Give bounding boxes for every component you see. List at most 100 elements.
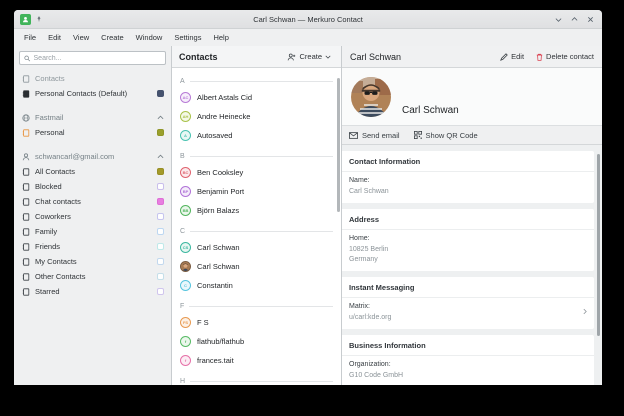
contact-list-item[interactable]: AC Albert Astals Cid — [172, 88, 341, 107]
menu-window[interactable]: Window — [130, 31, 169, 44]
avatar: C — [180, 280, 191, 291]
menu-help[interactable]: Help — [207, 31, 234, 44]
contact-list-item[interactable]: FS F S — [172, 313, 341, 332]
avatar: CS — [180, 242, 191, 253]
sidebar: Contacts Personal Contacts (Default) Fas… — [14, 46, 172, 385]
list-scrollbar[interactable] — [337, 78, 340, 212]
field-label: Home: — [349, 235, 587, 242]
send-email-label: Send email — [362, 131, 400, 140]
contact-list: A AC Albert Astals Cid AH Andre Heinecke… — [172, 68, 341, 385]
address-book-icon — [22, 90, 30, 98]
sidebar-item-label: Blocked — [35, 182, 152, 191]
address-book-icon — [22, 258, 30, 266]
chevron-up-icon[interactable] — [157, 115, 164, 120]
sidebar-item-my-contacts[interactable]: My Contacts — [14, 254, 171, 269]
contact-list-item[interactable]: BC Ben Cooksley — [172, 163, 341, 182]
menu-file[interactable]: File — [18, 31, 42, 44]
sidebar-item-friends[interactable]: Friends — [14, 239, 171, 254]
collection-checkbox[interactable] — [157, 273, 164, 280]
contacts-list-panel: Contacts Create A — [172, 46, 342, 385]
contact-list-item[interactable]: AH Andre Heinecke — [172, 107, 341, 126]
collection-checkbox[interactable] — [157, 288, 164, 295]
sidebar-item-coworkers[interactable]: Coworkers — [14, 209, 171, 224]
close-icon[interactable] — [587, 16, 594, 23]
contact-name: Carl Schwan — [197, 243, 240, 252]
contact-list-item[interactable]: f frances.tait — [172, 351, 341, 370]
collection-checkbox[interactable] — [157, 258, 164, 265]
detail-body: Contact Information Name: Carl Schwan Ad… — [342, 145, 602, 385]
sidebar-item-personal[interactable]: Personal — [14, 125, 171, 140]
send-email-button[interactable]: Send email — [349, 131, 400, 140]
sidebar-item-label: Contacts — [35, 74, 164, 83]
chevron-up-icon[interactable] — [157, 154, 164, 159]
delete-label: Delete contact — [546, 52, 594, 61]
card-address: Address Home: 10825 Berlin Germany — [342, 209, 594, 271]
sidebar-item-starred[interactable]: Starred — [14, 284, 171, 299]
show-qr-button[interactable]: Show QR Code — [414, 131, 478, 140]
delete-contact-button[interactable]: Delete contact — [536, 52, 594, 61]
collection-checkbox[interactable] — [157, 183, 164, 190]
sidebar-group-gmail[interactable]: schwancarl@gmail.com — [14, 149, 171, 164]
contact-name: Björn Balazs — [197, 206, 239, 215]
contact-list-item[interactable]: f flathub/flathub — [172, 332, 341, 351]
field-home-address: Home: 10825 Berlin Germany — [342, 230, 594, 265]
sidebar-item-label: Personal Contacts (Default) — [35, 89, 152, 98]
address-book-icon — [22, 183, 30, 191]
edit-button[interactable]: Edit — [500, 52, 524, 61]
section-letter: A — [180, 78, 185, 85]
address-book-icon — [22, 213, 30, 221]
search-box[interactable] — [19, 51, 166, 65]
contact-photo — [351, 77, 391, 117]
sidebar-contacts-header[interactable]: Contacts — [14, 71, 171, 86]
contact-name: Albert Astals Cid — [197, 93, 252, 102]
card-business-information: Business Information Organization: G10 C… — [342, 335, 594, 385]
sidebar-item-family[interactable]: Family — [14, 224, 171, 239]
address-book-icon — [22, 228, 30, 236]
sidebar-item-all-contacts[interactable]: All Contacts — [14, 164, 171, 179]
menu-settings[interactable]: Settings — [168, 31, 207, 44]
sidebar-group-fastmail[interactable]: Fastmail — [14, 110, 171, 125]
collection-checkbox[interactable] — [157, 90, 164, 97]
sidebar-item-personal-contacts-default[interactable]: Personal Contacts (Default) — [14, 86, 171, 101]
contact-name: Benjamin Port — [197, 187, 244, 196]
avatar: A — [180, 130, 191, 141]
contact-detail-panel: Carl Schwan Edit Delete contact — [342, 46, 602, 385]
detail-title: Carl Schwan — [350, 52, 488, 62]
contact-list-item[interactable]: Carl Schwan — [172, 257, 341, 276]
detail-scrollbar[interactable] — [597, 154, 600, 336]
chevron-right-icon — [583, 308, 587, 315]
sidebar-item-label: Personal — [35, 128, 152, 137]
collection-checkbox[interactable] — [157, 213, 164, 220]
contact-list-item[interactable]: BB Björn Balazs — [172, 201, 341, 220]
sidebar-item-chat-contacts[interactable]: Chat contacts — [14, 194, 171, 209]
collection-checkbox[interactable] — [157, 228, 164, 235]
pin-icon[interactable] — [36, 16, 42, 23]
create-button[interactable]: Create — [284, 50, 334, 63]
menu-edit[interactable]: Edit — [42, 31, 67, 44]
address-book-icon — [22, 243, 30, 251]
collection-checkbox[interactable] — [157, 243, 164, 250]
maximize-icon[interactable] — [571, 16, 578, 23]
contact-list-item[interactable]: BP Benjamin Port — [172, 182, 341, 201]
search-input[interactable] — [34, 55, 161, 62]
field-matrix[interactable]: Matrix: u/carl:kde.org — [342, 298, 594, 323]
menubar: File Edit View Create Window Settings He… — [14, 29, 602, 46]
section-letter: C — [180, 228, 185, 235]
minimize-icon[interactable] — [555, 16, 562, 23]
address-book-icon — [22, 198, 30, 206]
collection-checkbox[interactable] — [157, 129, 164, 136]
sidebar-item-other-contacts[interactable]: Other Contacts — [14, 269, 171, 284]
sidebar-item-label: Family — [35, 227, 152, 236]
collection-checkbox[interactable] — [157, 198, 164, 205]
globe-icon — [22, 114, 30, 122]
field-value: Germany — [349, 255, 587, 265]
contact-list-item[interactable]: CS Carl Schwan — [172, 238, 341, 257]
menu-view[interactable]: View — [67, 31, 95, 44]
contact-list-item[interactable]: C Constantin — [172, 276, 341, 295]
collection-checkbox[interactable] — [157, 168, 164, 175]
menu-create[interactable]: Create — [95, 31, 130, 44]
contact-name: Constantin — [197, 281, 233, 290]
sidebar-item-label: Coworkers — [35, 212, 152, 221]
sidebar-item-blocked[interactable]: Blocked — [14, 179, 171, 194]
contact-list-item[interactable]: A Autosaved — [172, 126, 341, 145]
